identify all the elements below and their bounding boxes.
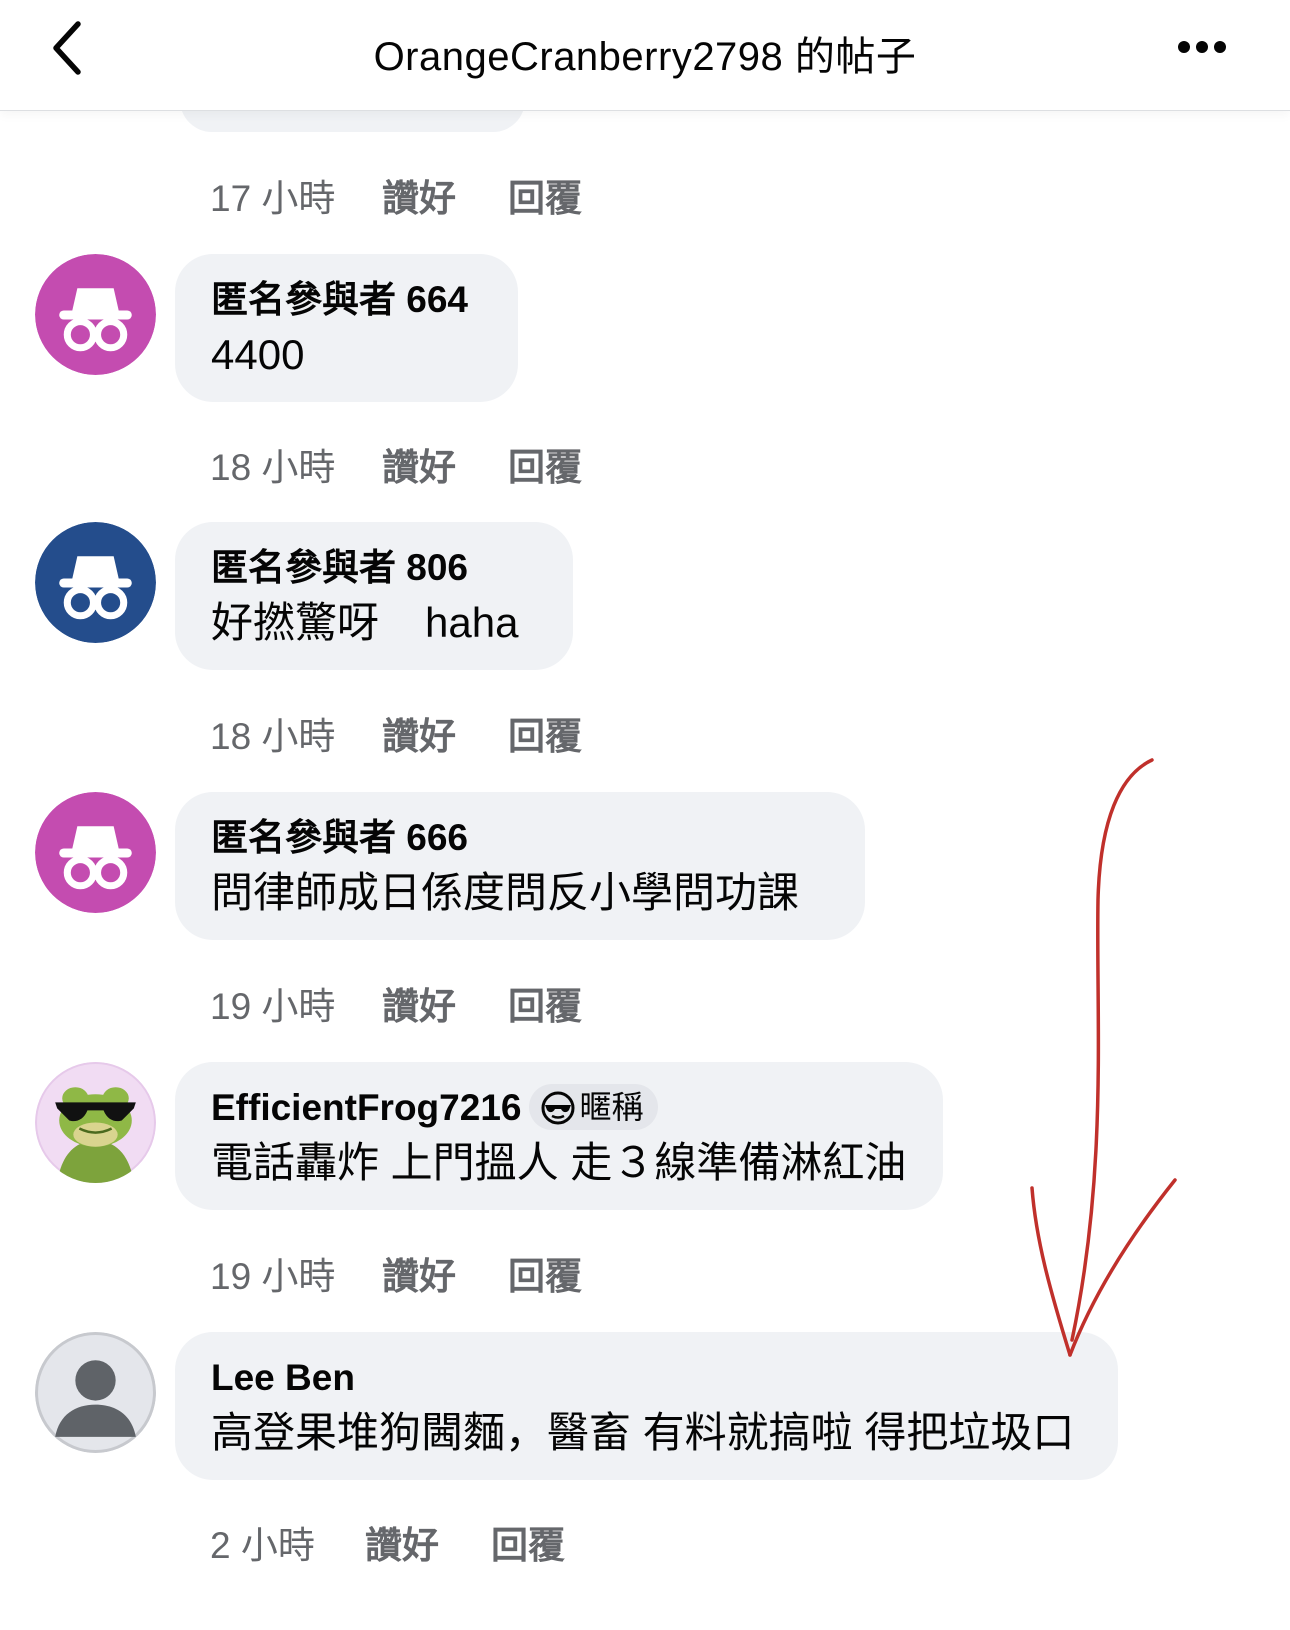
- comment-bubble: Lee Ben 高登果堆狗閪麵，醫畜 有料就搞啦 得把垃圾口: [175, 1332, 1118, 1480]
- reply-button[interactable]: 回覆: [491, 1515, 565, 1569]
- comment-text: 高登果堆狗閪麵，醫畜 有料就搞啦 得把垃圾口: [211, 1409, 1075, 1456]
- comment-time: 2 小時: [210, 1525, 315, 1566]
- comment-time: 17 小時: [210, 178, 336, 219]
- reply-button[interactable]: 回覆: [508, 168, 582, 222]
- comment-text-part: 好撚驚呀: [211, 599, 380, 646]
- like-button[interactable]: 讚好: [382, 706, 456, 760]
- comment-text: 4400: [211, 331, 305, 378]
- comment-item: 匿名參與者 666 問律師成日係度問反小學問功課: [0, 792, 1290, 942]
- like-button[interactable]: 讚好: [365, 1515, 439, 1569]
- incognito-icon: [35, 792, 156, 913]
- chevron-left-icon: [53, 21, 81, 75]
- comment-author[interactable]: EfficientFrog7216: [211, 1087, 521, 1128]
- top-bar: OrangeCranberry2798 的帖子: [0, 0, 1290, 111]
- nickname-label: 暱稱: [579, 1089, 644, 1125]
- back-button[interactable]: [40, 14, 110, 84]
- comment-time: 19 小時: [210, 1256, 336, 1297]
- page-title: OrangeCranberry2798 的帖子: [373, 35, 917, 79]
- avatar[interactable]: [35, 792, 156, 913]
- more-options-button[interactable]: [1178, 30, 1248, 64]
- comment-time: 18 小時: [210, 447, 336, 488]
- frog-avatar-icon: [35, 1062, 156, 1183]
- comment-bubble: EfficientFrog7216 暱稱 電話轟炸 上門搵人 走３線準備淋紅油: [175, 1062, 943, 1210]
- like-button[interactable]: 讚好: [382, 437, 456, 491]
- comment-text: 電話轟炸 上門搵人 走３線準備淋紅油: [211, 1139, 907, 1186]
- comment-bubble: 匿名參與者 664 4400: [175, 254, 518, 402]
- comment-author-row: EfficientFrog7216 暱稱: [211, 1084, 907, 1132]
- reply-button[interactable]: 回覆: [508, 1246, 582, 1300]
- avatar[interactable]: [35, 1332, 156, 1453]
- comment-author[interactable]: 匿名參與者 806: [211, 544, 537, 592]
- comment-time: 18 小時: [210, 716, 336, 757]
- comment-author[interactable]: 匿名參與者 664: [211, 276, 482, 324]
- comment-author[interactable]: Lee Ben: [211, 1354, 1082, 1402]
- nickname-badge[interactable]: 暱稱: [529, 1084, 658, 1130]
- comment-item: Lee Ben 高登果堆狗閪麵，醫畜 有料就搞啦 得把垃圾口: [0, 1332, 1290, 1482]
- comment-time: 19 小時: [210, 986, 336, 1027]
- incognito-icon: [35, 522, 156, 643]
- avatar[interactable]: [35, 1062, 156, 1183]
- reply-button[interactable]: 回覆: [508, 706, 582, 760]
- more-dots-icon: [1178, 41, 1190, 53]
- comment-item: 匿名參與者 806 好撚驚呀 haha: [0, 522, 1290, 672]
- reply-button[interactable]: 回覆: [508, 976, 582, 1030]
- sunglasses-face-icon: [541, 1091, 575, 1125]
- reply-button[interactable]: 回覆: [508, 437, 582, 491]
- like-button[interactable]: 讚好: [382, 168, 456, 222]
- comment-bubble: 匿名參與者 806 好撚驚呀 haha: [175, 522, 573, 670]
- like-button[interactable]: 讚好: [382, 1246, 456, 1300]
- comment-author[interactable]: 匿名參與者 666: [211, 814, 829, 862]
- incognito-icon: [35, 254, 156, 375]
- default-profile-icon: [35, 1332, 156, 1453]
- comment-text: 問律師成日係度問反小學問功課: [211, 869, 800, 916]
- comment-text: 好撚驚呀 haha: [211, 594, 537, 652]
- comment-item: EfficientFrog7216 暱稱 電話轟炸 上門搵人 走３線準備淋紅油: [0, 1062, 1290, 1212]
- comment-bubble: 匿名參與者 666 問律師成日係度問反小學問功課: [175, 792, 865, 940]
- comment-item: 匿名參與者 664 4400: [0, 254, 1290, 404]
- avatar[interactable]: [35, 522, 156, 643]
- like-button[interactable]: 讚好: [382, 976, 456, 1030]
- avatar[interactable]: [35, 254, 156, 375]
- comment-text-part: haha: [425, 599, 519, 646]
